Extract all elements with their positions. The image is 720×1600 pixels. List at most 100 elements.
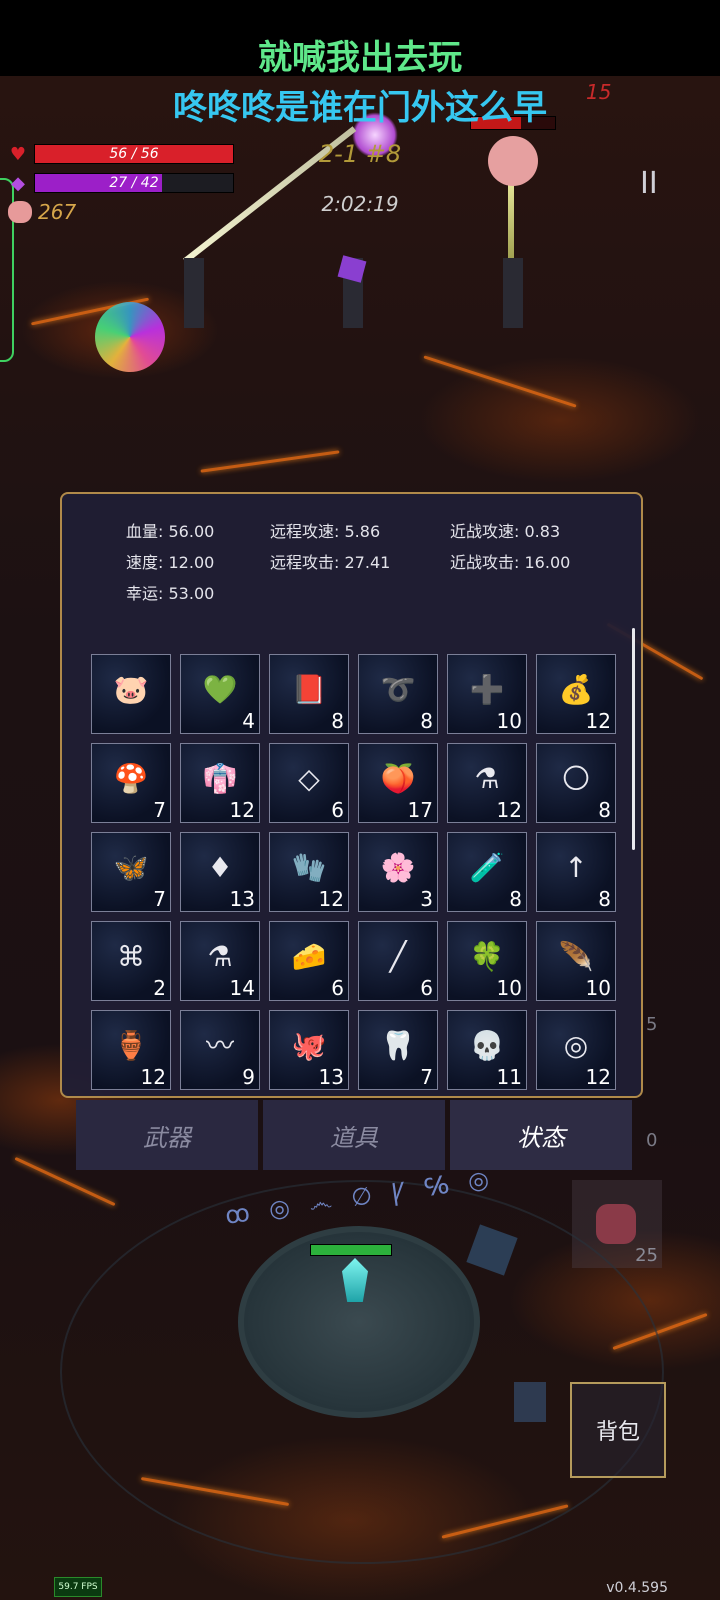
inventory-slot[interactable]: 🐷 — [91, 654, 171, 734]
spellbook-icon: 📕 — [291, 673, 327, 707]
inventory-slot[interactable]: 🍑 17 — [358, 743, 438, 823]
item-count: 10 — [496, 709, 522, 733]
item-count: 6 — [331, 798, 344, 822]
medkit-icon: ➕ — [469, 673, 505, 707]
piggy-bank-icon: 🐷 — [113, 673, 149, 707]
inventory-slot[interactable]: 👘 12 — [180, 743, 260, 823]
inventory-slot[interactable]: 💚 4 — [180, 654, 260, 734]
mushroom-icon: 🍄 — [113, 762, 149, 796]
gloves-icon: 🧤 — [291, 851, 327, 885]
dragonfly-icon: 🦋 — [113, 851, 149, 885]
inventory-slot[interactable]: 🦷 7 — [358, 1010, 438, 1090]
inventory-slot[interactable]: ♦ 13 — [180, 832, 260, 912]
inventory-slot[interactable]: 🧪 8 — [447, 832, 527, 912]
rune-card-icon: ⌘ — [117, 940, 145, 974]
worm-icon: 〰 — [205, 1029, 235, 1063]
thorn-crown-icon: ➰ — [380, 673, 416, 707]
item-count: 8 — [331, 709, 344, 733]
panel-tabs: 武器 道具 状态 — [76, 1100, 632, 1170]
turret-unit — [514, 1382, 546, 1422]
inventory-slot[interactable]: 💀 11 — [447, 1010, 527, 1090]
inventory-slot[interactable]: ⚗ 14 — [180, 921, 260, 1001]
item-count: 13 — [229, 887, 255, 911]
fang-icon: 🦷 — [380, 1029, 416, 1063]
version-label: v0.4.595 — [606, 1580, 668, 1596]
inventory-slot[interactable]: ➕ 10 — [447, 654, 527, 734]
inventory-slot[interactable]: 🦋 7 — [91, 832, 171, 912]
inventory-slot[interactable]: 💰 12 — [536, 654, 616, 734]
item-count: 17 — [407, 798, 433, 822]
item-count: 7 — [153, 798, 166, 822]
potion-icon — [596, 1204, 636, 1244]
inventory-slot[interactable]: ◎ 12 — [536, 1010, 616, 1090]
red-crystal-icon: ♦ — [207, 851, 233, 885]
inventory-slot[interactable]: 🍀 10 — [447, 921, 527, 1001]
inventory-slot[interactable]: 🐙 13 — [269, 1010, 349, 1090]
inventory-slot[interactable]: ⌘ 2 — [91, 921, 171, 1001]
turret-tower — [184, 258, 204, 328]
item-count: 8 — [509, 887, 522, 911]
backpack-button[interactable]: 背包 — [570, 1382, 666, 1478]
tab-items[interactable]: 道具 — [263, 1100, 445, 1170]
small-flask-icon: 🏺 — [113, 1029, 149, 1063]
stat-ranged-speed: 远程攻速: 5.86 — [270, 522, 381, 541]
inventory-slot[interactable]: 🧤 12 — [269, 832, 349, 912]
inventory-slot[interactable]: 🌸 3 — [358, 832, 438, 912]
inventory-slot[interactable]: ⚗ 12 — [447, 743, 527, 823]
turret-tower — [503, 258, 523, 328]
inventory-slot[interactable]: 🌕 8 — [536, 743, 616, 823]
stat-melee-speed: 近战攻速: 0.83 — [450, 522, 561, 541]
rainbow-orb — [95, 302, 165, 372]
stat-luck: 幸运: 53.00 — [126, 584, 215, 603]
item-count: 2 — [153, 976, 166, 1000]
octopus-icon: 🐙 — [291, 1029, 327, 1063]
inventory-slot[interactable]: 📕 8 — [269, 654, 349, 734]
side-value: 5 — [646, 1014, 658, 1035]
item-count: 7 — [153, 887, 166, 911]
inventory-slot[interactable]: ◇ 6 — [269, 743, 349, 823]
peach-icon: 🍑 — [380, 762, 416, 796]
green-potion-icon: ⚗ — [207, 940, 233, 974]
lava-crack — [423, 355, 577, 408]
inventory-slot[interactable]: 🍄 7 — [91, 743, 171, 823]
feather-icon: 🪶 — [558, 940, 594, 974]
tab-weapons[interactable]: 武器 — [76, 1100, 258, 1170]
consumable-count: 25 — [635, 1245, 658, 1266]
flower-garland-icon: 🌸 — [380, 851, 416, 885]
item-count: 12 — [585, 1065, 611, 1089]
blue-potion-icon: ⚗ — [474, 762, 500, 796]
diamond-sign-icon: ◇ — [298, 762, 320, 796]
item-count: 3 — [420, 887, 433, 911]
inventory-slot[interactable]: 〰 9 — [180, 1010, 260, 1090]
inventory-slot[interactable]: 🪶 10 — [536, 921, 616, 1001]
panel-scrollbar[interactable] — [632, 628, 635, 850]
clover-icon: 🍀 — [469, 940, 505, 974]
mana-gem-icon: ◆ — [11, 172, 25, 194]
item-count: 7 — [420, 1065, 433, 1089]
item-count: 10 — [585, 976, 611, 1000]
subtitle-line-1: 就喊我出去玩 — [258, 38, 462, 78]
mp-bar: 27 / 42 — [34, 173, 234, 193]
stat-melee-attack: 近战攻击: 16.00 — [450, 553, 571, 572]
item-count: 12 — [318, 887, 344, 911]
item-count: 8 — [598, 887, 611, 911]
purple-vial-icon: ╱ — [389, 940, 407, 974]
tab-status[interactable]: 状态 — [450, 1100, 632, 1170]
stage-timer: 2:02:19 — [321, 192, 399, 216]
inventory-slot[interactable]: 🧀 6 — [269, 921, 349, 1001]
inventory-slot[interactable]: ╱ 6 — [358, 921, 438, 1001]
item-count: 4 — [242, 709, 255, 733]
item-count: 11 — [496, 1065, 522, 1089]
lava-crack — [200, 450, 340, 473]
inventory-slot[interactable]: ➰ 8 — [358, 654, 438, 734]
stat-ranged-attack: 远程攻击: 27.41 — [270, 553, 391, 572]
pause-button[interactable]: II — [640, 166, 658, 201]
item-count: 14 — [229, 976, 255, 1000]
cheese-block-icon: 🧀 — [291, 940, 327, 974]
item-count: 8 — [420, 709, 433, 733]
item-count: 6 — [420, 976, 433, 1000]
item-count: 12 — [585, 709, 611, 733]
inventory-slot[interactable]: 🏺 12 — [91, 1010, 171, 1090]
fps-counter: 59.7 FPS — [54, 1577, 102, 1597]
inventory-slot[interactable]: ↑ 8 — [536, 832, 616, 912]
